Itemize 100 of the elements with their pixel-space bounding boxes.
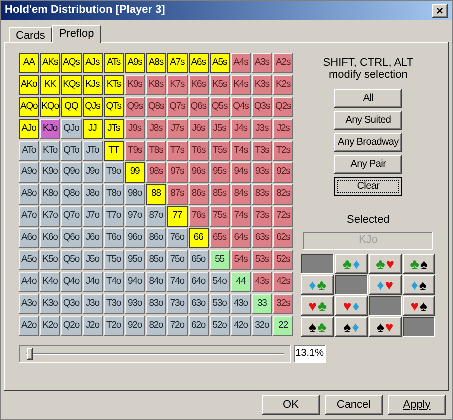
suit-combo-button[interactable]: ♥♠ [402,296,436,316]
hand-cell[interactable]: J9s [124,118,146,140]
hand-cell[interactable]: A5s [210,53,230,74]
hand-cell[interactable]: 87o [146,206,166,227]
hand-cell[interactable]: T2s [273,140,294,161]
hand-cell[interactable]: KQs [61,74,82,96]
hand-cell[interactable]: 97o [124,206,146,227]
hand-cell[interactable]: T3s [252,140,272,161]
filter-button[interactable]: All [334,89,402,108]
hand-cell[interactable]: 65o [188,250,209,270]
hand-cell[interactable]: A4s [230,53,252,74]
hand-cell[interactable]: A4o [19,272,40,292]
dialog-button[interactable]: OK [262,395,320,415]
hand-cell[interactable]: K8s [146,74,166,96]
filter-button[interactable]: Any Suited [334,111,402,130]
filter-button[interactable]: Any Broadway [334,133,402,152]
hand-cell[interactable]: QTs [104,96,124,118]
hand-cell[interactable]: J3o [82,294,103,314]
hand-cell[interactable]: AJs [82,53,103,74]
hand-cell[interactable]: 92s [273,162,294,183]
hand-cell[interactable]: A2s [273,53,294,74]
hand-cell[interactable]: 96s [188,162,209,183]
hand-cell[interactable]: JTs [104,118,124,140]
hand-cell[interactable]: 84s [230,184,252,205]
hand-cell[interactable]: KJo [40,118,60,140]
hand-cell[interactable]: K7s [167,74,188,96]
hand-cell[interactable]: KTs [104,74,124,96]
hand-cell[interactable]: 53o [210,294,230,314]
hand-cell[interactable]: AQo [19,96,40,118]
hand-cell[interactable]: J5o [82,250,103,270]
hand-cell[interactable]: AKo [19,74,40,96]
hand-cell[interactable]: 43s [252,272,272,292]
hand-cell[interactable]: A3o [19,294,40,314]
hand-cell[interactable]: 72o [167,316,188,336]
tab[interactable]: Cards [9,27,52,42]
hand-cell[interactable]: K9s [124,74,146,96]
hand-cell[interactable]: 85s [210,184,230,205]
hand-cell[interactable]: 64o [188,272,209,292]
hand-cell[interactable]: Q2s [273,96,294,118]
hand-cell[interactable]: TT [104,140,124,161]
hand-cell[interactable]: AA [19,53,40,74]
hand-cell[interactable]: J6o [82,228,103,248]
hand-cell[interactable]: K3s [252,74,272,96]
hand-cell[interactable]: A6s [188,53,209,74]
hand-cell[interactable]: 32o [252,316,272,336]
hand-cell[interactable]: 33 [252,294,272,314]
hand-cell[interactable]: A8s [146,53,166,74]
hand-cell[interactable]: 86o [146,228,166,248]
hand-cell[interactable]: Q3o [61,294,82,314]
hand-cell[interactable]: K4o [40,272,60,292]
suit-combo-button[interactable]: ♠♥ [368,316,402,336]
hand-cell[interactable]: A5o [19,250,40,270]
hand-cell[interactable]: 83o [146,294,166,314]
hand-cell[interactable]: Q2o [61,316,82,336]
range-slider[interactable] [19,344,291,362]
hand-cell[interactable]: ATo [19,140,40,161]
hand-cell[interactable]: K2o [40,316,60,336]
hand-cell[interactable]: Q4s [230,96,252,118]
hand-cell[interactable]: QJs [82,96,103,118]
hand-cell[interactable]: KK [40,74,60,96]
percent-field[interactable]: 13.1% [294,344,326,362]
hand-cell[interactable]: 92o [124,316,146,336]
hand-cell[interactable]: 52o [210,316,230,336]
hand-cell[interactable]: 43o [230,294,252,314]
hand-cell[interactable]: AQs [61,53,82,74]
hand-cell[interactable]: KJs [82,74,103,96]
hand-cell[interactable]: 75s [210,206,230,227]
hand-cell[interactable]: T9s [124,140,146,161]
hand-cell[interactable]: 88 [146,184,166,205]
hand-cell[interactable]: 74s [230,206,252,227]
hand-cell[interactable]: 52s [273,250,294,270]
hand-cell[interactable]: Q5s [210,96,230,118]
hand-cell[interactable]: 94o [124,272,146,292]
hand-cell[interactable]: 98o [124,184,146,205]
hand-cell[interactable]: K9o [40,162,60,183]
hand-cell[interactable]: 55 [210,250,230,270]
hand-cell[interactable]: K5o [40,250,60,270]
hand-cell[interactable]: 53s [252,250,272,270]
hand-cell[interactable]: K6s [188,74,209,96]
hand-cell[interactable]: J7s [167,118,188,140]
hand-cell[interactable]: Q9s [124,96,146,118]
slider-thumb[interactable] [27,348,34,360]
hand-cell[interactable]: T6o [104,228,124,248]
hand-cell[interactable]: T7s [167,140,188,161]
hand-cell[interactable]: J8o [82,184,103,205]
hand-cell[interactable]: Q9o [61,162,82,183]
hand-cell[interactable]: J5s [210,118,230,140]
hand-cell[interactable]: JJ [82,118,103,140]
suit-combo-button[interactable]: ♣♠ [402,254,436,274]
hand-cell[interactable]: Q5o [61,250,82,270]
hand-cell[interactable]: 75o [167,250,188,270]
hand-cell[interactable]: T7o [104,206,124,227]
hand-cell[interactable]: A6o [19,228,40,248]
hand-cell[interactable]: 96o [124,228,146,248]
dialog-button[interactable]: Apply [388,395,446,415]
hand-cell[interactable]: JTo [82,140,103,161]
hand-cell[interactable]: 77 [167,206,188,227]
hand-cell[interactable]: A7s [167,53,188,74]
hand-cell[interactable]: 65s [210,228,230,248]
hand-cell[interactable]: 93o [124,294,146,314]
